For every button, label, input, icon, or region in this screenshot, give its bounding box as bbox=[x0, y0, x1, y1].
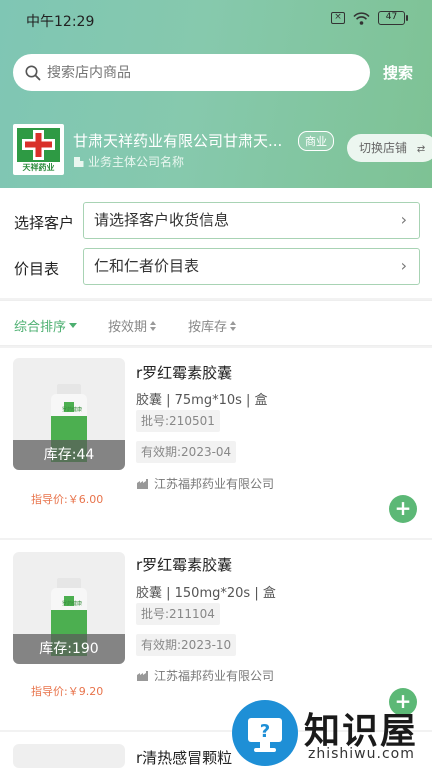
status-time: 中午12:29 bbox=[26, 14, 95, 30]
price-list-value: 仁和仁者价目表 bbox=[94, 257, 200, 275]
switch-icon: ⇄ bbox=[416, 144, 426, 155]
price-list-label: 价目表 bbox=[14, 260, 60, 278]
expiry-date: 有效期:2023-04 bbox=[136, 441, 237, 463]
caret-down-icon bbox=[69, 323, 78, 328]
watermark: ? 知识屋 zhishiwu.com bbox=[232, 700, 432, 768]
product-name: r罗红霉素胶囊 bbox=[136, 364, 233, 382]
sort-by-stock[interactable]: 按库存 bbox=[188, 316, 237, 335]
filter-panel: 选择客户 请选择客户收货信息 › 价目表 仁和仁者价目表 › bbox=[0, 188, 432, 298]
watermark-logo: ? bbox=[232, 700, 298, 766]
sort-bar: 综合排序 按效期 按库存 bbox=[0, 300, 432, 346]
store-subtitle-text: 业务主体公司名称 bbox=[88, 155, 185, 169]
chevron-right-icon: › bbox=[400, 210, 407, 229]
add-to-cart-button[interactable]: + bbox=[389, 495, 417, 523]
sim-icon: × bbox=[331, 12, 345, 24]
product-image: 罗药健康 库存:44 bbox=[13, 358, 125, 470]
batch-number: 批号:211104 bbox=[136, 603, 220, 625]
factory-icon bbox=[137, 478, 148, 489]
search-button[interactable]: 搜索 bbox=[383, 62, 413, 83]
store-name: 甘肃天祥药业有限公司甘肃天... bbox=[73, 132, 283, 150]
store-type-badge: 商业 bbox=[298, 131, 334, 151]
product-image bbox=[13, 744, 125, 768]
stock-overlay: 库存:44 bbox=[13, 440, 125, 470]
sort-toggle-icon bbox=[230, 320, 237, 331]
store-subtitle: 业务主体公司名称 bbox=[73, 153, 184, 170]
price-list-select[interactable]: 仁和仁者价目表 › bbox=[83, 248, 420, 285]
manufacturer-name: 江苏福邦药业有限公司 bbox=[154, 477, 275, 491]
stock-overlay: 库存:190 bbox=[13, 634, 125, 664]
package-text: 罗药健康 bbox=[61, 407, 82, 413]
store-header: 中午12:29 × 47 搜索店内商品 搜索 天祥药业 甘肃天祥药业有限公司甘肃… bbox=[0, 0, 432, 190]
building-icon bbox=[74, 157, 84, 167]
expiry-date: 有效期:2023-10 bbox=[136, 634, 237, 656]
product-name: r清热感冒颗粒 bbox=[136, 749, 233, 767]
svg-text:?: ? bbox=[260, 721, 270, 742]
chevron-right-icon: › bbox=[400, 256, 407, 275]
factory-icon bbox=[137, 670, 148, 681]
customer-select-value: 请选择客户收货信息 bbox=[94, 211, 230, 229]
product-name: r罗红霉素胶囊 bbox=[136, 556, 233, 574]
package-text: 罗药健康 bbox=[61, 601, 82, 607]
watermark-url: zhishiwu.com bbox=[308, 746, 415, 762]
manufacturer-name: 江苏福邦药业有限公司 bbox=[154, 669, 275, 683]
store-info: 天祥药业 甘肃天祥药业有限公司甘肃天... 商业 业务主体公司名称 切换店铺 ⇄ bbox=[13, 124, 432, 176]
battery-icon: 47 bbox=[378, 11, 408, 25]
switch-store-button[interactable]: 切换店铺 ⇄ bbox=[347, 134, 432, 162]
batch-number: 批号:210501 bbox=[136, 410, 220, 432]
status-bar: 中午12:29 × 47 bbox=[0, 0, 432, 38]
sort-toggle-icon bbox=[150, 320, 157, 331]
wifi-icon bbox=[353, 11, 370, 25]
sort-overall-label: 综合排序 bbox=[14, 320, 67, 335]
switch-store-label: 切换店铺 bbox=[359, 141, 408, 155]
customer-select[interactable]: 请选择客户收货信息 › bbox=[83, 202, 420, 239]
status-icons: × 47 bbox=[331, 11, 408, 25]
search-icon bbox=[25, 65, 41, 80]
customer-label: 选择客户 bbox=[14, 214, 75, 232]
search-bar[interactable] bbox=[13, 54, 370, 91]
store-logo: 天祥药业 bbox=[13, 124, 64, 175]
sort-overall[interactable]: 综合排序 bbox=[14, 316, 78, 335]
manufacturer: 江苏福邦药业有限公司 bbox=[137, 475, 274, 492]
manufacturer: 江苏福邦药业有限公司 bbox=[137, 667, 274, 684]
sort-stock-label: 按库存 bbox=[188, 320, 228, 335]
search-input[interactable] bbox=[47, 64, 347, 81]
sort-by-expiry[interactable]: 按效期 bbox=[108, 316, 157, 335]
guide-price: 指导价:￥6.00 bbox=[31, 493, 104, 506]
sort-expiry-label: 按效期 bbox=[108, 320, 148, 335]
product-card[interactable]: 罗药健康 库存:44 指导价:￥6.00 r罗红霉素胶囊 胶囊 | 75mg*1… bbox=[0, 348, 432, 538]
guide-price: 指导价:￥9.20 bbox=[31, 685, 104, 698]
product-spec: 胶囊 | 150mg*20s | 盒 bbox=[136, 586, 276, 601]
battery-level: 47 bbox=[378, 11, 405, 25]
logo-text: 天祥药业 bbox=[22, 163, 55, 172]
product-spec: 胶囊 | 75mg*10s | 盒 bbox=[136, 393, 268, 408]
product-image: 罗药健康 库存:190 bbox=[13, 552, 125, 664]
